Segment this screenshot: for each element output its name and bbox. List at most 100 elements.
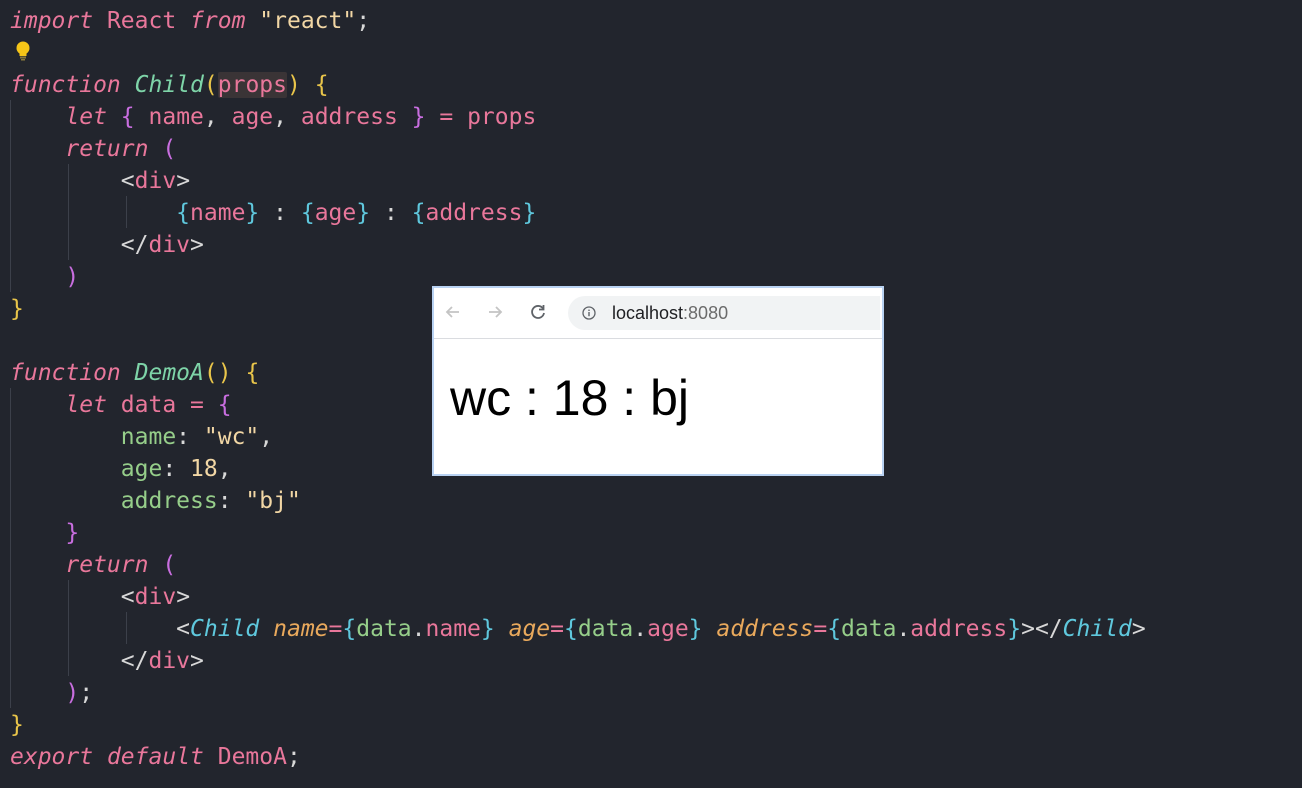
code-token: Child xyxy=(134,72,204,98)
code-token: : xyxy=(259,200,301,226)
code-token: address xyxy=(425,200,523,226)
code-line[interactable]: function DemoA() { xyxy=(10,357,259,389)
code-token: { xyxy=(411,200,426,226)
code-token: . xyxy=(411,616,426,642)
code-token: { xyxy=(176,200,191,226)
code-token: = xyxy=(328,616,343,642)
code-token: < xyxy=(120,168,135,194)
code-token: ( xyxy=(162,136,177,162)
page-output-text: wc : 18 : bj xyxy=(450,370,689,426)
code-line[interactable]: age: 18, xyxy=(10,453,232,485)
code-line[interactable]: return ( xyxy=(10,549,176,581)
code-token: </ xyxy=(120,232,149,258)
code-token: : xyxy=(162,456,191,482)
code-token: ; xyxy=(356,8,371,34)
code-token: name xyxy=(134,104,204,130)
info-icon[interactable] xyxy=(582,306,596,320)
lightbulb-icon[interactable] xyxy=(12,40,34,62)
code-token: } xyxy=(245,200,260,226)
code-token: div xyxy=(134,168,177,194)
code-line[interactable]: ) xyxy=(10,261,79,293)
code-token: { xyxy=(564,616,578,642)
code-token: DemoA xyxy=(203,744,287,770)
code-token: React xyxy=(93,8,191,34)
code-token: ></ xyxy=(1021,616,1063,642)
code-token: } xyxy=(356,200,371,226)
code-token: } xyxy=(10,296,24,322)
code-token: { xyxy=(217,392,232,418)
code-token: , xyxy=(259,424,274,450)
code-line[interactable]: address: "bj" xyxy=(10,485,301,517)
code-token: return xyxy=(65,136,149,162)
code-token: age xyxy=(508,616,551,642)
code-line[interactable]: </div> xyxy=(10,645,204,677)
code-token: < xyxy=(120,584,135,610)
address-bar[interactable]: localhost:8080 xyxy=(568,296,880,330)
reload-icon xyxy=(531,305,545,319)
code-line[interactable]: } xyxy=(10,709,24,741)
code-token: = xyxy=(550,616,565,642)
code-token: age xyxy=(217,104,274,130)
code-line[interactable]: </div> xyxy=(10,229,204,261)
code-line[interactable]: } xyxy=(10,517,79,549)
code-token: address xyxy=(287,104,412,130)
code-token: : xyxy=(176,424,204,450)
browser-toolbar: localhost:8080 xyxy=(434,288,882,339)
code-line[interactable]: return ( xyxy=(10,133,176,165)
code-token: age xyxy=(120,456,163,482)
code-token: } xyxy=(10,712,24,738)
code-line[interactable]: {name} : {age} : {address} xyxy=(10,197,536,229)
code-token: let xyxy=(65,104,107,130)
code-token: { xyxy=(342,616,357,642)
code-token: = xyxy=(190,392,204,418)
browser-window: localhost:8080 wc : 18 : bj xyxy=(432,286,884,476)
code-token: > xyxy=(190,648,204,674)
code-token: name xyxy=(273,616,329,642)
url-text[interactable]: localhost:8080 xyxy=(612,303,728,323)
code-token: div xyxy=(148,232,191,258)
code-token: > xyxy=(176,584,191,610)
code-token: props xyxy=(217,72,287,98)
code-line[interactable]: import React from "react"; xyxy=(10,5,370,37)
code-token: . xyxy=(896,616,911,642)
code-token: , xyxy=(203,104,218,130)
code-token: return xyxy=(65,552,149,578)
arrow-left-icon xyxy=(445,306,459,318)
code-line[interactable]: name: "wc", xyxy=(10,421,273,453)
code-line[interactable]: export default DemoA; xyxy=(10,741,301,773)
code-line[interactable]: let { name, age, address } = props xyxy=(10,101,536,133)
forward-button[interactable] xyxy=(484,301,506,323)
code-token: ; xyxy=(286,744,301,770)
code-token: ) xyxy=(65,680,80,706)
code-line[interactable]: ); xyxy=(10,677,93,709)
code-token: , xyxy=(273,104,288,130)
code-line[interactable]: function Child(props) { xyxy=(10,69,329,101)
code-token: data xyxy=(106,392,191,418)
code-token: function xyxy=(10,72,121,98)
code-line[interactable]: <Child name={data.name} age={data.age} a… xyxy=(10,613,1146,645)
code-line[interactable]: let data = { xyxy=(10,389,232,421)
code-line[interactable]: <div> xyxy=(10,165,190,197)
code-token: , xyxy=(217,456,232,482)
code-line[interactable]: } xyxy=(10,293,24,325)
code-token: div xyxy=(134,584,177,610)
code-line[interactable]: <div> xyxy=(10,581,190,613)
back-button[interactable] xyxy=(442,301,464,323)
code-token: Child xyxy=(190,616,260,642)
reload-button[interactable] xyxy=(527,301,549,323)
code-token: } xyxy=(65,520,80,546)
